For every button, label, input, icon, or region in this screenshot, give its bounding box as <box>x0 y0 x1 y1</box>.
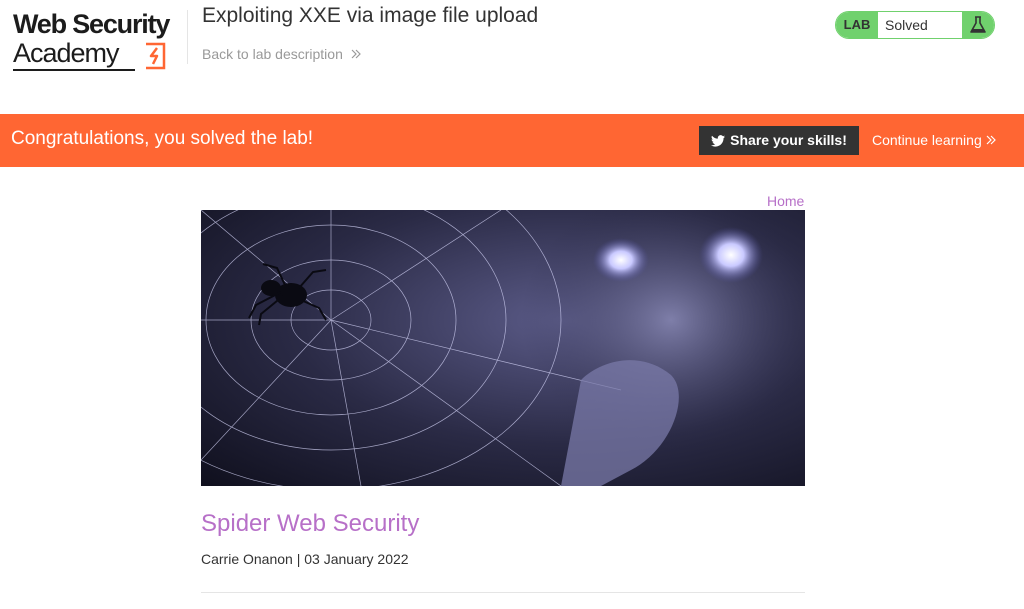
lab-status-text: Solved <box>885 17 928 33</box>
logo-line2: Academy <box>13 38 120 68</box>
post-meta: Carrie Onanon | 03 January 2022 <box>201 551 409 567</box>
logo-underline <box>13 69 135 71</box>
congratulations-banner: Congratulations, you solved the lab! Sha… <box>0 114 1024 167</box>
lab-status-badge: LAB Solved <box>835 11 995 39</box>
blog-post-image <box>201 210 805 486</box>
post-author: Carrie Onanon <box>201 551 293 567</box>
post-date: 03 January 2022 <box>304 551 409 567</box>
twitter-icon <box>711 134 726 150</box>
logo-line1: Web Security <box>13 9 170 39</box>
lab-tag: LAB <box>836 12 878 38</box>
meta-separator: | <box>296 551 301 567</box>
continue-learning-link[interactable]: Continue learning <box>872 132 996 148</box>
double-chevron-right-icon <box>351 46 361 62</box>
home-link[interactable]: Home <box>767 193 804 209</box>
lab-title: Exploiting XXE via image file upload <box>202 4 539 27</box>
share-button-label: Share your skills! <box>730 131 847 148</box>
double-chevron-right-icon <box>986 132 996 148</box>
content-divider <box>201 592 805 593</box>
flask-icon <box>962 12 994 38</box>
share-skills-button[interactable]: Share your skills! <box>699 126 859 155</box>
site-header: Web Security Academy Exploiting XXE via … <box>0 0 1024 114</box>
academy-logo-mark-icon <box>146 42 166 70</box>
back-link-label: Back to lab description <box>202 46 343 62</box>
continue-learning-label: Continue learning <box>872 132 982 148</box>
spider-web-illustration <box>201 210 805 486</box>
congratulations-message: Congratulations, you solved the lab! <box>11 128 314 149</box>
web-security-academy-logo[interactable]: Web Security Academy <box>13 9 185 73</box>
post-title: Spider Web Security <box>201 510 420 537</box>
header-divider <box>187 10 188 64</box>
back-to-lab-description-link[interactable]: Back to lab description <box>202 46 361 62</box>
